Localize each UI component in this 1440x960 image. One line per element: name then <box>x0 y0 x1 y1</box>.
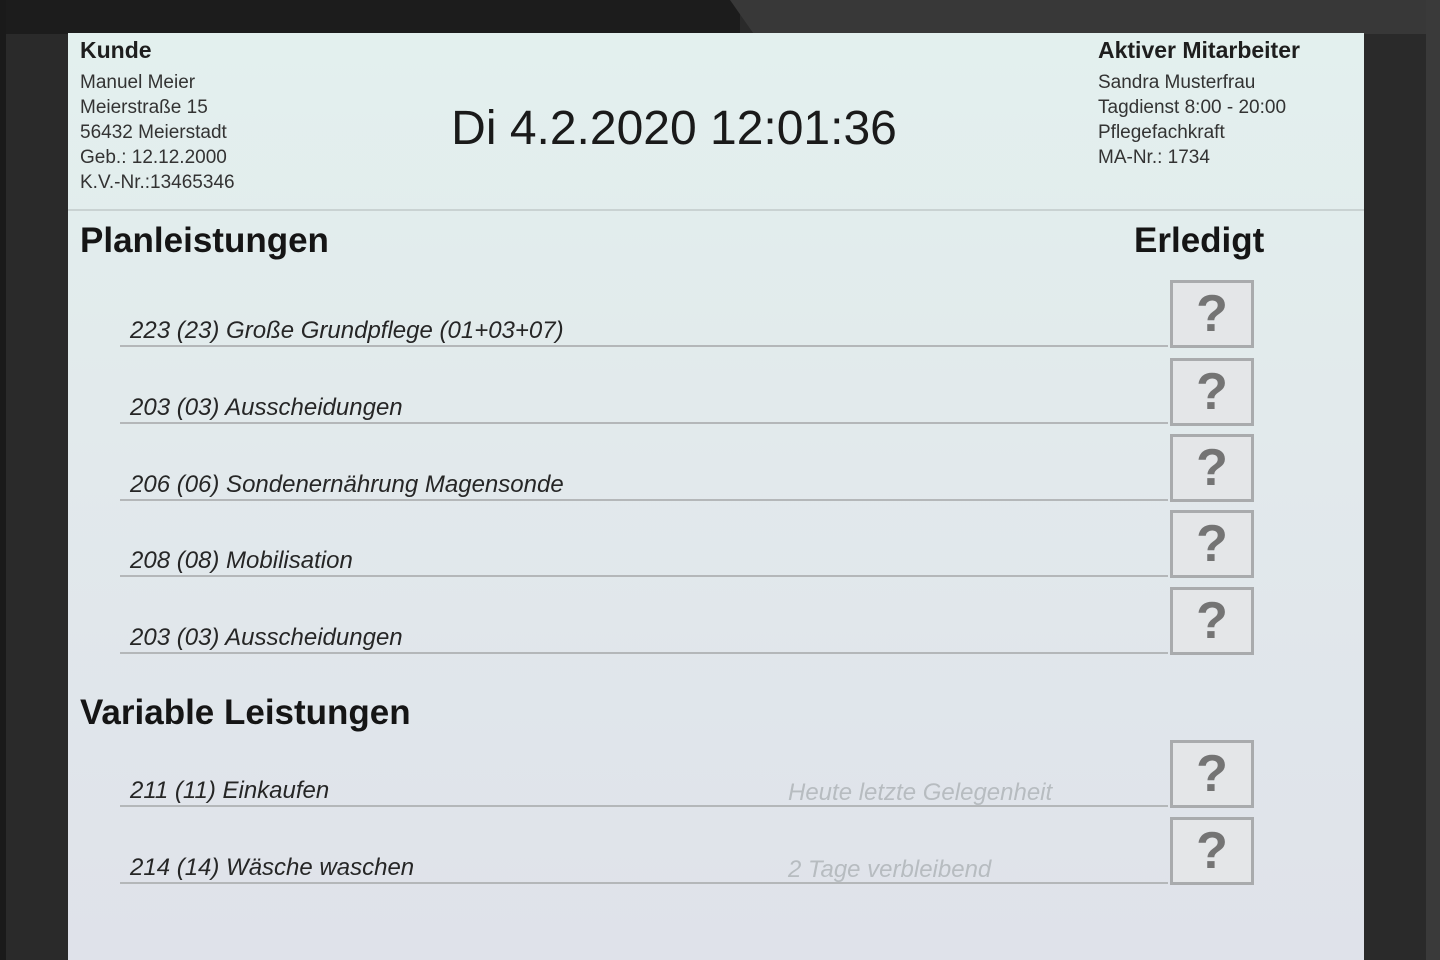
device-bezel-top-left <box>0 0 740 34</box>
service-label: 223 (23) Große Grundpflege (01+03+07) <box>130 317 564 344</box>
employee-number: MA-Nr.: 1734 <box>1098 147 1210 168</box>
planned-service-row: 223 (23) Große Grundpflege (01+03+07) <box>120 269 1168 347</box>
done-status-button[interactable]: ? <box>1170 740 1254 808</box>
customer-street: Meierstraße 15 <box>80 97 208 118</box>
customer-city: 56432 Meierstadt <box>80 122 227 143</box>
service-label: 206 (06) Sondenernährung Magensonde <box>130 471 564 498</box>
service-label: 208 (08) Mobilisation <box>130 547 353 574</box>
device-bezel-top-right <box>730 0 1440 34</box>
service-label: 203 (03) Ausscheidungen <box>130 394 403 421</box>
variable-service-row: 211 (11) Einkaufen Heute letzte Gelegenh… <box>120 729 1168 807</box>
employee-info: Aktiver Mitarbeiter Sandra Musterfrau Ta… <box>1098 37 1300 170</box>
done-status-button[interactable]: ? <box>1170 587 1254 655</box>
done-status-button[interactable]: ? <box>1170 817 1254 885</box>
employee-role: Pflegefachkraft <box>1098 122 1225 143</box>
employee-heading: Aktiver Mitarbeiter <box>1098 37 1300 63</box>
done-status-button[interactable]: ? <box>1170 358 1254 426</box>
planned-service-row: 208 (08) Mobilisation <box>120 499 1168 577</box>
device-bezel-left <box>0 0 6 960</box>
planned-services-heading: Planleistungen <box>80 221 329 260</box>
variable-services-heading: Variable Leistungen <box>80 693 411 732</box>
row-divider <box>120 882 1168 884</box>
service-deadline-hint: Heute letzte Gelegenheit <box>788 779 1053 806</box>
current-datetime: Di 4.2.2020 12:01:36 <box>451 102 897 155</box>
header-bar: Kunde Manuel Meier Meierstraße 15 56432 … <box>68 33 1364 211</box>
customer-birthdate: Geb.: 12.12.2000 <box>80 147 227 168</box>
planned-service-row: 203 (03) Ausscheidungen <box>120 576 1168 654</box>
planned-service-row: 206 (06) Sondenernährung Magensonde <box>120 423 1168 501</box>
row-divider <box>120 652 1168 654</box>
done-status-button[interactable]: ? <box>1170 434 1254 502</box>
done-status-button[interactable]: ? <box>1170 280 1254 348</box>
customer-name: Manuel Meier <box>80 72 196 93</box>
service-label: 203 (03) Ausscheidungen <box>130 624 403 651</box>
employee-shift: Tagdienst 8:00 - 20:00 <box>1098 97 1287 118</box>
customer-insurance-number: K.V.-Nr.:13465346 <box>80 172 235 193</box>
done-column-heading: Erledigt <box>1134 221 1265 260</box>
employee-name: Sandra Musterfrau <box>1098 72 1256 93</box>
customer-info: Kunde Manuel Meier Meierstraße 15 56432 … <box>80 37 235 195</box>
done-status-button[interactable]: ? <box>1170 510 1254 578</box>
variable-service-row: 214 (14) Wäsche waschen 2 Tage verbleibe… <box>120 806 1168 884</box>
planned-service-row: 203 (03) Ausscheidungen <box>120 346 1168 424</box>
service-label: 211 (11) Einkaufen <box>130 777 330 804</box>
service-label: 214 (14) Wäsche waschen <box>130 854 415 881</box>
tablet-screen: Kunde Manuel Meier Meierstraße 15 56432 … <box>68 33 1364 960</box>
service-deadline-hint: 2 Tage verbleibend <box>788 856 992 883</box>
customer-heading: Kunde <box>80 37 152 63</box>
device-bezel-right <box>1426 0 1440 960</box>
